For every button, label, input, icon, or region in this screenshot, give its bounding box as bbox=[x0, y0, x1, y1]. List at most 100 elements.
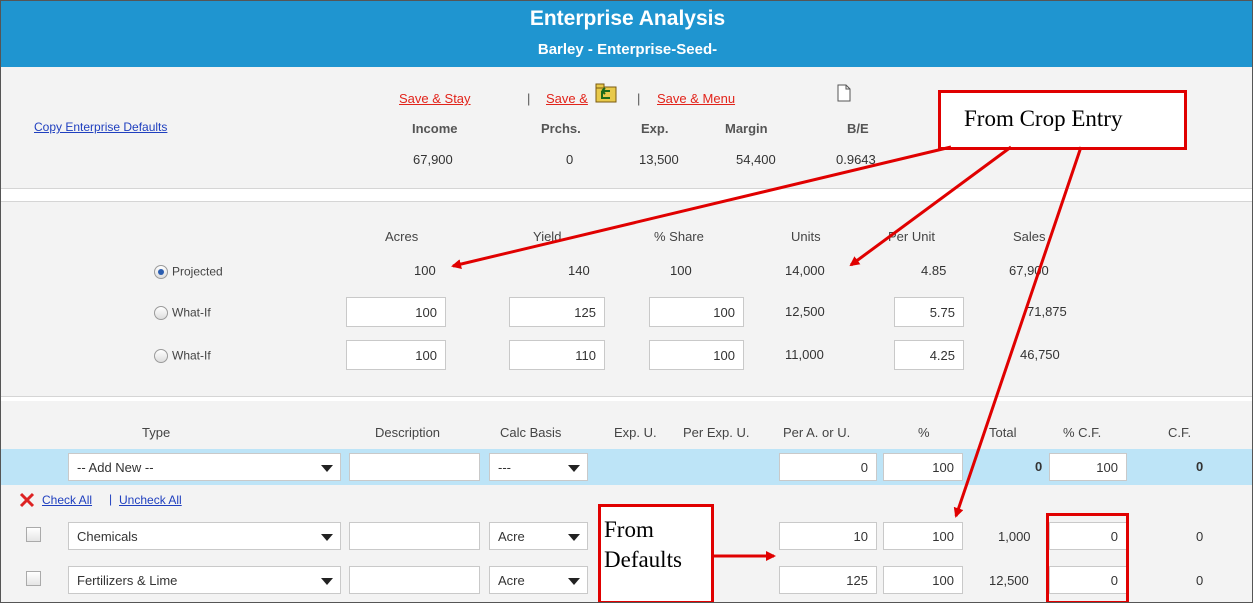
purchases-header: Prchs. bbox=[541, 121, 581, 136]
dropdown-arrow-icon[interactable] bbox=[321, 465, 333, 472]
whatif2-acres-input[interactable]: 100 bbox=[346, 340, 446, 370]
percent-cf-col-header: % C.F. bbox=[1063, 425, 1102, 440]
callout-text-line1: From bbox=[604, 517, 654, 542]
row-percent-input[interactable]: 100 bbox=[883, 566, 963, 594]
page-subtitle: Barley - Enterprise-Seed- bbox=[537, 41, 718, 58]
separator: | bbox=[109, 492, 113, 506]
row-description-input[interactable] bbox=[349, 566, 480, 594]
projected-acres: 100 bbox=[414, 263, 436, 278]
add-percent-input[interactable]: 100 bbox=[883, 453, 963, 481]
purchases-value: 0 bbox=[566, 152, 574, 167]
per-acre-col-header: Per A. or U. bbox=[783, 425, 851, 440]
projected-share: 100 bbox=[670, 263, 692, 278]
projected-per-unit: 4.85 bbox=[921, 263, 947, 278]
dropdown-arrow-icon[interactable] bbox=[568, 534, 580, 541]
projected-sales: 67,900 bbox=[1009, 263, 1049, 278]
exp-unit-col-header: Exp. U. bbox=[614, 425, 657, 440]
row-cf-value: 0 bbox=[1196, 573, 1204, 588]
row-type-select[interactable]: Chemicals bbox=[68, 522, 341, 550]
radio-selected-icon[interactable] bbox=[154, 264, 168, 279]
add-per-acre-input[interactable]: 0 bbox=[779, 453, 877, 481]
margin-header: Margin bbox=[725, 121, 768, 136]
callout-text-line2: Defaults bbox=[604, 547, 682, 572]
radio-unselected-icon[interactable] bbox=[154, 305, 168, 320]
separator: | bbox=[527, 91, 531, 106]
save-back-link[interactable]: Save & bbox=[546, 91, 588, 106]
cf-col-header: C.F. bbox=[1168, 425, 1192, 440]
scenario-label: What-If bbox=[172, 305, 211, 320]
row-calc-basis-value: Acre bbox=[498, 573, 525, 588]
row-type-select[interactable]: Fertilizers & Lime bbox=[68, 566, 341, 594]
row-per-acre-input[interactable]: 125 bbox=[779, 566, 877, 594]
add-type-value: -- Add New -- bbox=[77, 460, 154, 475]
scenario-label: Projected bbox=[172, 264, 223, 279]
callout-text: From Crop Entry bbox=[964, 106, 1123, 131]
breakeven-value: 0.9643 bbox=[836, 152, 876, 167]
save-stay-link[interactable]: Save & Stay bbox=[399, 91, 471, 106]
page-title: Enterprise Analysis bbox=[529, 7, 726, 30]
projected-units: 14,000 bbox=[785, 263, 825, 278]
projected-yield: 140 bbox=[568, 263, 590, 278]
row-cf-value: 0 bbox=[1196, 529, 1204, 544]
row-calc-basis-select[interactable]: Acre bbox=[489, 566, 588, 594]
per-unit-header: Per Unit bbox=[888, 229, 935, 244]
breakeven-header: B/E bbox=[847, 121, 869, 136]
add-type-select[interactable]: -- Add New -- bbox=[68, 453, 341, 481]
dropdown-arrow-icon[interactable] bbox=[568, 465, 580, 472]
percent-cf-highlight-box bbox=[1046, 513, 1129, 602]
description-col-header: Description bbox=[375, 425, 441, 440]
scenario-whatif-option[interactable]: What-If bbox=[154, 304, 211, 320]
sales-header: Sales bbox=[1013, 229, 1046, 244]
whatif1-share-input[interactable]: 100 bbox=[649, 297, 744, 327]
row-checkbox[interactable] bbox=[26, 571, 41, 586]
row-checkbox[interactable] bbox=[26, 527, 41, 542]
spacer bbox=[1, 189, 1252, 201]
row-calc-basis-select[interactable]: Acre bbox=[489, 522, 588, 550]
expense-header: Exp. bbox=[641, 121, 669, 136]
units-header: Units bbox=[791, 229, 821, 244]
delete-x-icon[interactable] bbox=[19, 492, 35, 511]
scenario-projected-option[interactable]: Projected bbox=[154, 263, 223, 279]
scenario-label: What-If bbox=[172, 348, 211, 363]
expense-value: 13,500 bbox=[639, 152, 679, 167]
radio-unselected-icon[interactable] bbox=[154, 348, 168, 363]
dropdown-arrow-icon[interactable] bbox=[568, 578, 580, 585]
dropdown-arrow-icon[interactable] bbox=[321, 534, 333, 541]
add-cf-value: 0 bbox=[1196, 459, 1204, 474]
uncheck-all-link[interactable]: Uncheck All bbox=[119, 493, 182, 507]
acres-header: Acres bbox=[385, 229, 419, 244]
page-header: Enterprise Analysis Barley - Enterprise-… bbox=[1, 1, 1252, 67]
calc-basis-col-header: Calc Basis bbox=[500, 425, 562, 440]
scenario-panel: Acres Yield % Share Units Per Unit Sales… bbox=[1, 201, 1252, 397]
save-menu-link[interactable]: Save & Menu bbox=[657, 91, 735, 106]
scenario-whatif-option[interactable]: What-If bbox=[154, 347, 211, 363]
add-calc-basis-select[interactable]: --- bbox=[489, 453, 588, 481]
add-percent-cf-input[interactable]: 100 bbox=[1049, 453, 1127, 481]
whatif1-per-unit-input[interactable]: 5.75 bbox=[894, 297, 964, 327]
enterprise-analysis-window: Enterprise Analysis Barley - Enterprise-… bbox=[0, 0, 1253, 603]
whatif2-per-unit-input[interactable]: 4.25 bbox=[894, 340, 964, 370]
check-all-link[interactable]: Check All bbox=[42, 493, 92, 507]
row-description-input[interactable] bbox=[349, 522, 480, 550]
dropdown-arrow-icon[interactable] bbox=[321, 578, 333, 585]
income-value: 67,900 bbox=[413, 152, 453, 167]
yield-header: Yield bbox=[533, 229, 562, 244]
row-type-value: Fertilizers & Lime bbox=[77, 573, 178, 588]
row-percent-input[interactable]: 100 bbox=[883, 522, 963, 550]
margin-value: 54,400 bbox=[736, 152, 776, 167]
row-total-value: 1,000 bbox=[998, 529, 1031, 544]
whatif2-share-input[interactable]: 100 bbox=[649, 340, 744, 370]
copy-enterprise-defaults-link[interactable]: Copy Enterprise Defaults bbox=[34, 120, 167, 134]
income-header: Income bbox=[412, 121, 458, 136]
add-description-input[interactable] bbox=[349, 453, 480, 481]
whatif1-units: 12,500 bbox=[785, 304, 825, 319]
per-exp-unit-col-header: Per Exp. U. bbox=[683, 425, 750, 440]
whatif1-acres-input[interactable]: 100 bbox=[346, 297, 446, 327]
add-calc-basis-value: --- bbox=[498, 460, 511, 475]
whatif1-yield-input[interactable]: 125 bbox=[509, 297, 605, 327]
row-per-acre-input[interactable]: 10 bbox=[779, 522, 877, 550]
whatif2-yield-input[interactable]: 110 bbox=[509, 340, 605, 370]
type-col-header: Type bbox=[142, 425, 171, 440]
document-icon[interactable] bbox=[837, 84, 851, 105]
folder-back-icon[interactable] bbox=[595, 83, 617, 106]
